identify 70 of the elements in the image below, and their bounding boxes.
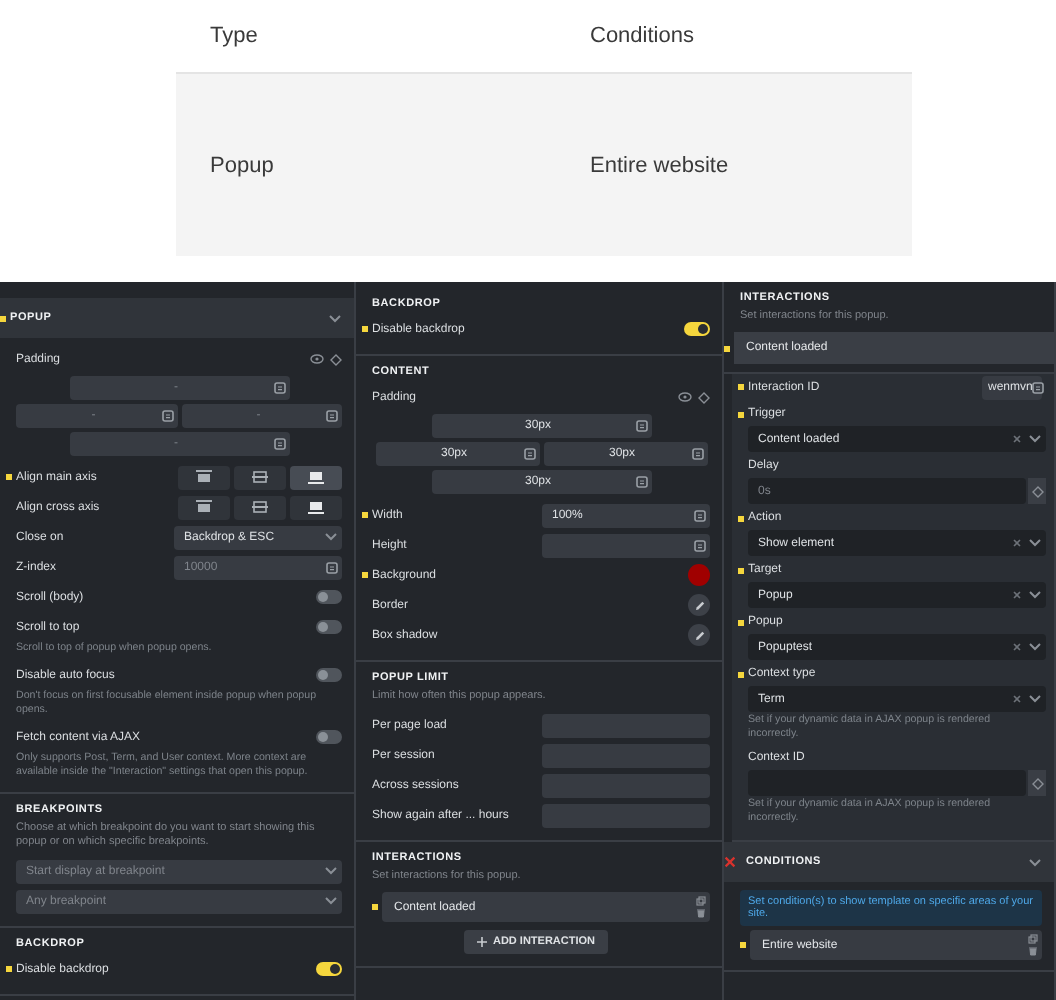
unit-icon[interactable] — [273, 382, 285, 394]
diamond-icon — [1031, 485, 1043, 497]
color-swatch[interactable] — [688, 564, 710, 586]
dynamic-data-button[interactable] — [1028, 478, 1046, 504]
align-icon — [192, 498, 216, 516]
toggle-switch[interactable] — [684, 322, 710, 336]
chevron-icon — [1028, 694, 1042, 704]
chevron-icon — [1028, 538, 1042, 548]
column-header: Conditions — [590, 24, 694, 48]
align-option[interactable] — [290, 465, 342, 489]
chevron-icon — [1028, 434, 1042, 444]
chevron-icon — [328, 313, 342, 323]
align-icon — [304, 498, 328, 516]
trash-icon[interactable] — [696, 908, 706, 918]
unit-icon[interactable] — [523, 448, 535, 460]
toggle-switch[interactable] — [316, 590, 342, 604]
clear-icon[interactable] — [1012, 434, 1022, 444]
diamond-icon[interactable] — [698, 391, 710, 403]
unit-icon[interactable] — [273, 438, 285, 450]
align-icon — [192, 468, 216, 486]
chevron-icon — [1028, 857, 1042, 867]
pencil-icon — [693, 599, 705, 611]
column-header: Type — [208, 24, 260, 48]
trash-icon[interactable] — [1028, 946, 1038, 956]
dynamic-data-button[interactable] — [1028, 770, 1046, 796]
align-option[interactable] — [290, 495, 342, 519]
toggle-switch[interactable] — [316, 962, 342, 976]
clear-icon[interactable] — [1012, 590, 1022, 600]
copy-icon[interactable] — [696, 896, 706, 906]
toggle-switch[interactable] — [316, 620, 342, 634]
chevron-icon — [324, 866, 338, 876]
pencil-icon — [693, 629, 705, 641]
close-icon[interactable] — [724, 856, 736, 868]
diamond-icon — [1031, 777, 1043, 789]
unit-icon[interactable] — [694, 539, 706, 551]
input-field[interactable] — [542, 533, 710, 557]
input-field[interactable] — [748, 770, 1026, 796]
table-cell: Entire website — [590, 153, 729, 177]
align-icon — [248, 498, 272, 516]
chevron-icon — [324, 532, 338, 542]
clear-icon[interactable] — [1012, 694, 1022, 704]
unit-icon[interactable] — [694, 509, 706, 521]
chevron-icon — [324, 896, 338, 906]
unit-icon[interactable] — [326, 410, 338, 422]
unit-icon[interactable] — [635, 476, 647, 488]
diamond-icon[interactable] — [330, 353, 342, 365]
align-option[interactable] — [178, 465, 230, 489]
table-cell-text: Popup — [208, 153, 276, 177]
eye-icon[interactable] — [310, 354, 324, 364]
align-option[interactable] — [234, 465, 286, 489]
align-option[interactable] — [234, 495, 286, 519]
unit-icon[interactable] — [161, 410, 173, 422]
chevron-icon — [1028, 642, 1042, 652]
align-icon — [248, 468, 272, 486]
align-icon — [304, 468, 328, 486]
clear-icon[interactable] — [1012, 642, 1022, 652]
unit-icon[interactable] — [691, 448, 703, 460]
eye-icon[interactable] — [678, 392, 692, 402]
clear-icon[interactable] — [1012, 538, 1022, 548]
toggle-switch[interactable] — [316, 730, 342, 744]
plus-icon — [476, 935, 489, 947]
chevron-icon — [1028, 590, 1042, 600]
edit-button[interactable] — [688, 624, 710, 646]
edit-button[interactable] — [688, 594, 710, 616]
unit-icon[interactable] — [1032, 381, 1045, 393]
unit-icon[interactable] — [635, 420, 647, 432]
align-option[interactable] — [178, 495, 230, 519]
copy-icon[interactable] — [1028, 934, 1038, 944]
unit-icon[interactable] — [326, 561, 338, 573]
toggle-switch[interactable] — [316, 668, 342, 682]
